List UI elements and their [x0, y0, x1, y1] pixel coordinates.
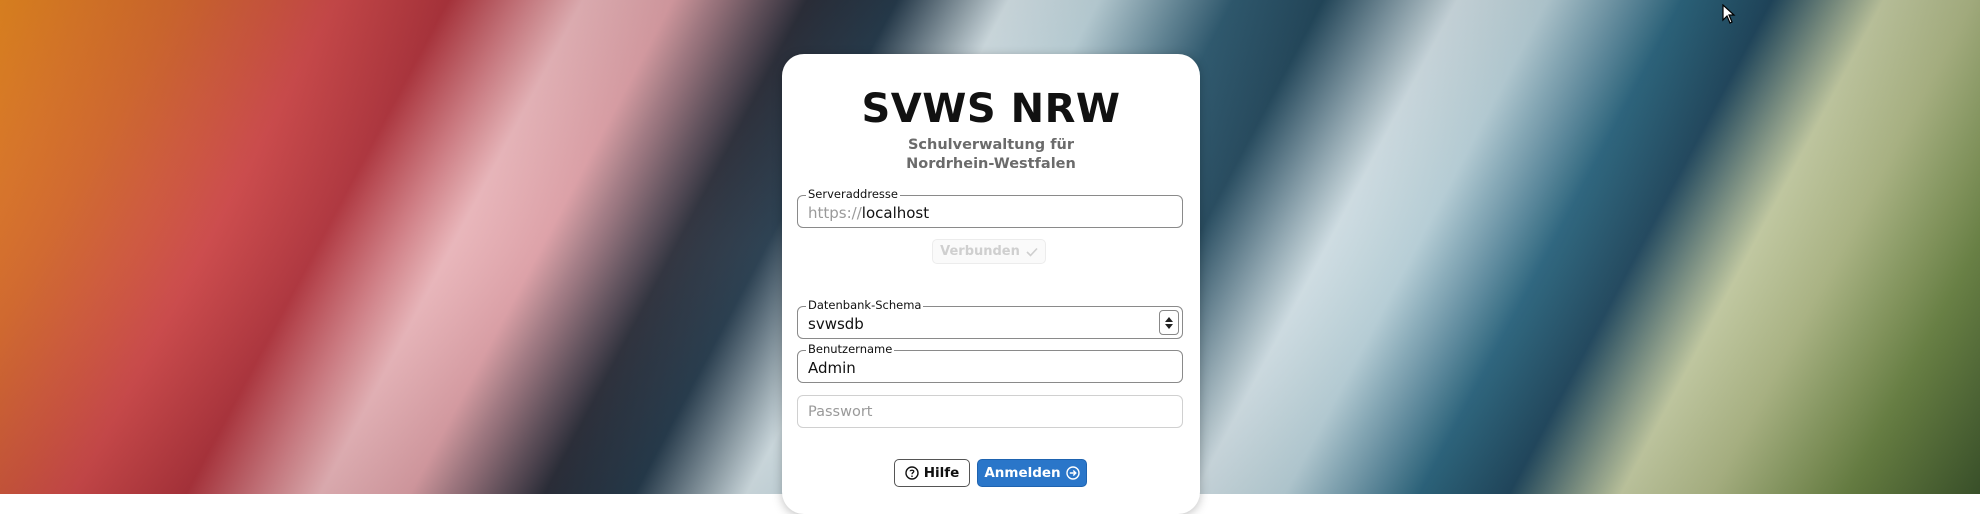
check-icon — [1026, 247, 1038, 257]
help-button-label: Hilfe — [923, 465, 960, 481]
subtitle-line-2: Nordrhein-Westfalen — [906, 156, 1076, 172]
chevron-up-icon — [1165, 316, 1173, 322]
server-address-value[interactable]: https://localhost — [808, 204, 929, 222]
username-field[interactable]: Benutzername Admin — [797, 343, 1183, 383]
help-button[interactable]: Hilfe — [894, 459, 970, 487]
server-protocol-prefix: https:// — [808, 204, 862, 222]
db-schema-label: Datenbank-Schema — [806, 298, 924, 312]
password-placeholder: Passwort — [808, 404, 873, 420]
select-stepper-icon[interactable] — [1159, 310, 1179, 335]
chevron-down-icon — [1165, 323, 1173, 329]
connected-button[interactable]: Verbunden — [932, 239, 1046, 264]
help-icon — [905, 466, 919, 480]
server-address-label: Serveraddresse — [806, 187, 900, 201]
db-schema-value: svwsdb — [808, 315, 864, 333]
connected-button-label: Verbunden — [940, 244, 1020, 259]
db-schema-select[interactable]: Datenbank-Schema svwsdb — [797, 299, 1183, 339]
subtitle-line-1: Schulverwaltung für — [907, 137, 1075, 153]
login-button-label: Anmelden — [984, 465, 1061, 481]
password-field[interactable]: Passwort — [797, 395, 1183, 428]
login-button[interactable]: Anmelden — [977, 459, 1087, 487]
login-card: SVWS NRW Schulverwaltung für Nordrhein-W… — [782, 54, 1200, 514]
login-arrow-icon — [1065, 466, 1080, 480]
mouse-cursor-icon — [1722, 4, 1736, 24]
username-label: Benutzername — [806, 342, 895, 356]
server-address-field[interactable]: Serveraddresse https://localhost — [797, 188, 1183, 228]
server-address-text: localhost — [861, 204, 930, 222]
app-title: SVWS NRW — [861, 86, 1121, 132]
username-value: Admin — [808, 359, 856, 377]
app-subtitle: Schulverwaltung für Nordrhein-Westfalen — [782, 136, 1200, 174]
